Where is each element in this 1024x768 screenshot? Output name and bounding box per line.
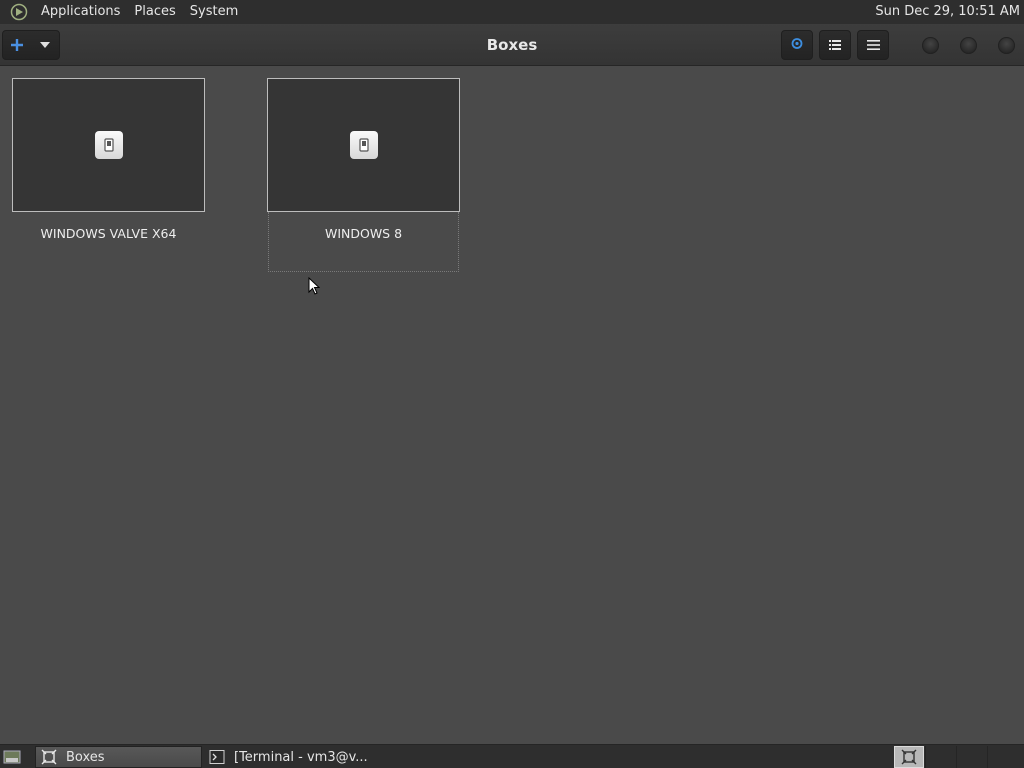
workspace-2[interactable] (925, 746, 955, 768)
show-desktop-icon[interactable] (1, 747, 23, 767)
selection-mode-button[interactable] (819, 30, 851, 60)
box-item[interactable]: WINDOWS 8 (267, 78, 460, 272)
taskbar-item-label: [Terminal - vm3@v... (234, 749, 368, 765)
power-switch-icon (349, 131, 378, 159)
mouse-cursor-icon (308, 276, 321, 299)
menu-icon (866, 36, 880, 55)
boxes-icon (40, 748, 58, 766)
workspace-3[interactable] (956, 746, 986, 768)
gnome-foot-logo-icon[interactable] (8, 1, 30, 23)
collection-view: WINDOWS VALVE X64 WINDOWS 8 (0, 66, 1024, 744)
top-panel: Applications Places System Sun Dec 29, 1… (0, 0, 1024, 24)
workspace-1[interactable] (894, 746, 924, 768)
search-icon (790, 36, 804, 55)
taskbar-item-label: Boxes (66, 749, 105, 765)
system-menu[interactable]: System (183, 0, 245, 24)
taskbar-item-terminal[interactable]: [Terminal - vm3@v... (204, 746, 394, 768)
power-switch-icon (94, 131, 123, 159)
boxes-icon (901, 749, 917, 765)
minimize-button[interactable] (922, 37, 939, 54)
applications-menu[interactable]: Applications (34, 0, 127, 24)
close-button[interactable] (998, 37, 1015, 54)
box-item[interactable]: WINDOWS VALVE X64 (12, 78, 205, 241)
workspace-4[interactable] (987, 746, 1017, 768)
terminal-icon (208, 748, 226, 766)
search-button[interactable] (781, 30, 813, 60)
app-menu-button[interactable] (857, 30, 889, 60)
list-view-icon (829, 36, 841, 55)
taskbar-item-boxes[interactable]: Boxes (35, 746, 202, 768)
bottom-panel: Boxes [Terminal - vm3@v... (0, 744, 1024, 768)
focus-outline (268, 212, 459, 272)
clock[interactable]: Sun Dec 29, 10:51 AM (875, 0, 1020, 24)
box-thumbnail[interactable] (12, 78, 205, 212)
box-thumbnail[interactable] (267, 78, 460, 212)
maximize-button[interactable] (960, 37, 977, 54)
box-name: WINDOWS VALVE X64 (40, 226, 177, 241)
headerbar: Boxes (0, 24, 1024, 66)
places-menu[interactable]: Places (127, 0, 182, 24)
